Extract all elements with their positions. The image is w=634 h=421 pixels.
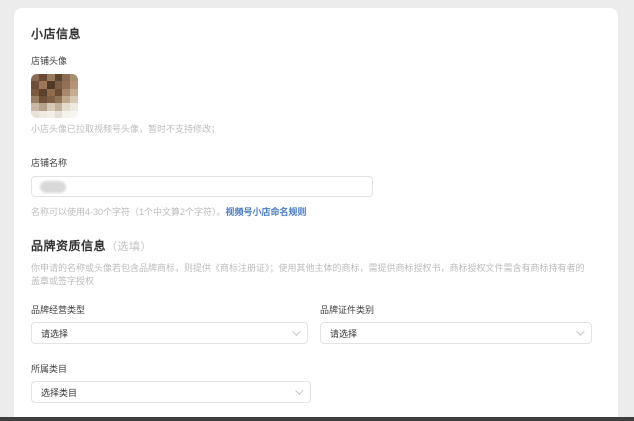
censored-shop-name	[40, 181, 66, 193]
brand-cert-field: 品牌证件类别 请选择	[320, 303, 592, 344]
brand-fields-row: 品牌经营类型 请选择 品牌证件类别 请选择	[31, 303, 592, 344]
category-placeholder: 选择类目	[41, 386, 77, 399]
shop-name-label: 店铺名称	[31, 156, 592, 169]
brand-cert-select[interactable]: 请选择	[320, 322, 592, 344]
brand-cert-placeholder: 请选择	[330, 327, 357, 340]
shop-info-title: 小店信息	[31, 25, 592, 42]
shop-name-hint: 名称可以使用4-30个字符（1个中文算2个字符）。	[31, 207, 226, 217]
category-label: 所属类目	[31, 362, 592, 375]
category-select[interactable]: 选择类目	[31, 381, 311, 403]
chevron-down-icon	[576, 327, 584, 335]
avatar-hint: 小店头像已拉取视频号头像，暂时不支持修改；	[31, 122, 592, 135]
brand-cert-label: 品牌证件类别	[320, 303, 592, 316]
shop-avatar	[31, 74, 78, 118]
brand-type-select[interactable]: 请选择	[31, 322, 308, 344]
brand-section-title: 品牌资质信息（选填）	[31, 237, 592, 254]
brand-description: 你申请的名称或头像若包含品牌商标，则提供《商标注册证》；使用其他主体的商标，需提…	[31, 261, 592, 287]
shop-name-hint-row: 名称可以使用4-30个字符（1个中文算2个字符）。视频号小店命名规则	[31, 202, 592, 220]
chevron-down-icon	[292, 327, 300, 335]
chevron-down-icon	[295, 386, 303, 394]
avatar-label: 店铺头像	[31, 54, 592, 67]
shop-info-card: 小店信息 店铺头像 小店头像已拉取视频号头像，暂时不支持修改； 店铺名称 名称可…	[14, 8, 618, 421]
brand-title-optional: （选填）	[106, 241, 152, 253]
brand-type-placeholder: 请选择	[41, 327, 68, 340]
shop-name-input[interactable]	[31, 176, 373, 197]
brand-type-field: 品牌经营类型 请选择	[31, 303, 308, 344]
naming-rules-link[interactable]: 视频号小店命名规则	[226, 207, 307, 217]
window-bottom-edge	[0, 417, 634, 421]
brand-title-text: 品牌资质信息	[31, 239, 106, 253]
brand-type-label: 品牌经营类型	[31, 303, 308, 316]
